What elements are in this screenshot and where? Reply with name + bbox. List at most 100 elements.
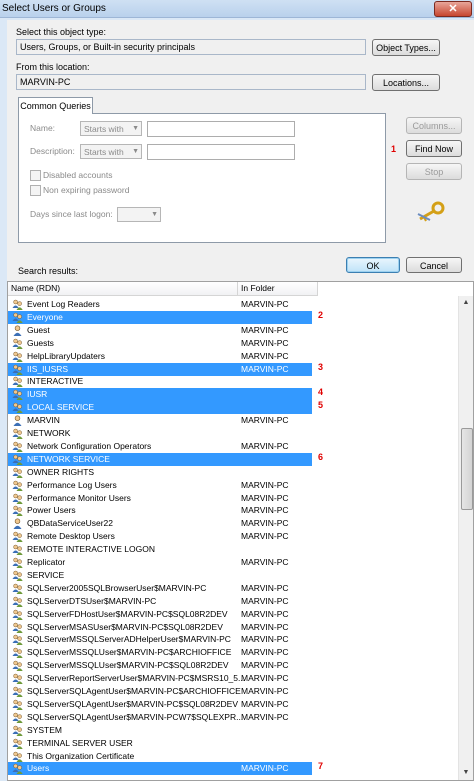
table-row[interactable]: Network Configuration Operators MARVIN-PC — [8, 440, 312, 453]
group-icon — [12, 660, 23, 672]
table-row[interactable]: SQLServerReportServerUser$MARVIN-PC$MSRS… — [8, 672, 312, 685]
row-folder: MARVIN-PC — [241, 608, 289, 619]
scroll-down-icon[interactable]: ▼ — [459, 766, 473, 780]
row-folder: MARVIN-PC — [241, 686, 289, 696]
table-row[interactable]: LOCAL SERVICE — [8, 401, 312, 415]
description-input[interactable] — [147, 144, 295, 160]
table-row[interactable]: INTERACTIVE — [8, 375, 312, 388]
table-row[interactable]: Performance Monitor Users MARVIN-PC — [8, 492, 312, 505]
name-mode-select[interactable]: Starts with ▼ — [80, 121, 142, 136]
object-types-button[interactable]: Object Types... — [372, 39, 440, 56]
table-row[interactable]: SQLServerSQLAgentUser$MARVIN-PC$SQL08R2D… — [8, 698, 312, 711]
columns-button[interactable]: Columns... — [406, 117, 462, 134]
chevron-down-icon: ▼ — [132, 148, 139, 155]
row-folder: MARVIN-PC — [241, 492, 289, 503]
tab-common-queries[interactable]: Common Queries — [18, 97, 93, 114]
table-row[interactable]: Guests MARVIN-PC — [8, 337, 312, 350]
object-type-field: Users, Groups, or Built-in security prin… — [16, 39, 366, 55]
table-row[interactable]: Everyone — [8, 310, 312, 324]
row-folder: MARVIN-PC — [241, 763, 289, 774]
table-row[interactable]: OWNER RIGHTS — [8, 466, 312, 479]
row-folder: MARVIN-PC — [241, 621, 289, 632]
row-folder: MARVIN-PC — [241, 505, 289, 516]
cancel-button[interactable]: Cancel — [406, 257, 462, 273]
group-icon — [12, 673, 23, 685]
table-row[interactable]: NETWORK — [8, 427, 312, 440]
group-icon — [12, 312, 23, 323]
chevron-down-icon: ▼ — [132, 125, 139, 132]
table-row[interactable]: SQLServerMSSQLUser$MARVIN-PC$SQL08R2DEV M… — [8, 659, 312, 672]
title-bar: Select Users or Groups ✕ — [0, 0, 474, 18]
table-row[interactable]: Performance Log Users MARVIN-PC — [8, 479, 312, 492]
ok-button[interactable]: OK — [346, 257, 400, 273]
table-row[interactable]: SQLServerMSSQLServerADHelperUser$MARVIN-… — [8, 633, 312, 646]
table-row[interactable]: Power Users MARVIN-PC — [8, 504, 312, 517]
row-name: HelpLibraryUpdaters — [27, 350, 105, 361]
group-icon — [12, 531, 23, 543]
table-row[interactable]: SQLServerDTSUser$MARVIN-PC MARVIN-PC — [8, 595, 312, 608]
table-row[interactable]: IUSR — [8, 388, 312, 402]
name-input[interactable] — [147, 121, 295, 137]
stop-button[interactable]: Stop — [406, 163, 462, 180]
table-row[interactable]: NETWORK SERVICE — [8, 452, 312, 466]
table-row[interactable]: MARVIN MARVIN-PC — [8, 414, 312, 427]
row-name: SERVICE — [27, 569, 65, 580]
annotation-1: 1 — [391, 144, 397, 154]
group-icon — [12, 622, 23, 633]
table-row[interactable]: SQLServerMSASUser$MARVIN-PC$SQL08R2DEV MA… — [8, 621, 312, 634]
group-icon — [12, 712, 23, 723]
annotation-4: 4 — [318, 387, 324, 398]
table-row[interactable]: SQLServerSQLAgentUser$MARVIN-PCW7$SQLEXP… — [8, 711, 312, 724]
row-name: NETWORK SERVICE — [27, 453, 110, 464]
scroll-up-icon[interactable]: ▲ — [459, 296, 473, 310]
table-row[interactable]: Guest MARVIN-PC — [8, 324, 312, 337]
column-header-folder[interactable]: In Folder — [238, 282, 318, 296]
close-button[interactable]: ✕ — [434, 1, 472, 17]
vertical-scrollbar[interactable]: ▲ ▼ — [458, 296, 473, 780]
group-icon — [12, 364, 23, 375]
scroll-thumb[interactable] — [461, 428, 473, 510]
object-type-label: Select this object type: — [16, 27, 107, 37]
column-header-name[interactable]: Name (RDN) — [8, 282, 238, 296]
table-row[interactable]: Event Log Readers MARVIN-PC — [8, 298, 312, 311]
chevron-down-icon: ▼ — [151, 211, 158, 218]
table-row[interactable]: QBDataServiceUser22 MARVIN-PC — [8, 517, 312, 530]
group-icon — [12, 338, 23, 349]
row-folder: MARVIN-PC — [241, 673, 289, 684]
table-row[interactable]: Replicator MARVIN-PC — [8, 556, 312, 569]
locations-button[interactable]: Locations... — [372, 74, 440, 91]
non-expiring-label: Non expiring password — [43, 185, 130, 195]
find-now-button[interactable]: Find Now — [406, 140, 462, 157]
row-name: Network Configuration Operators — [27, 440, 152, 451]
table-row[interactable]: Users MARVIN-PC — [8, 762, 312, 776]
description-mode-select[interactable]: Starts with ▼ — [80, 144, 142, 159]
annotation-3: 3 — [318, 361, 324, 372]
group-icon — [12, 544, 23, 556]
table-row[interactable]: This Organization Certificate — [8, 750, 312, 763]
user-icon — [13, 325, 22, 336]
table-row[interactable]: SERVICE — [8, 569, 312, 582]
non-expiring-checkbox[interactable] — [30, 185, 41, 196]
row-folder: MARVIN-PC — [241, 415, 289, 426]
table-row[interactable]: REMOTE INTERACTIVE LOGON — [8, 543, 312, 556]
row-name: Power Users — [27, 505, 76, 516]
row-name: SQLServerDTSUser$MARVIN-PC — [27, 595, 157, 606]
row-folder: MARVIN-PC — [241, 337, 289, 348]
table-row[interactable]: SQLServer2005SQLBrowserUser$MARVIN-PC MAR… — [8, 582, 312, 595]
table-row[interactable]: Remote Desktop Users MARVIN-PC — [8, 530, 312, 543]
table-row[interactable]: SYSTEM — [8, 724, 312, 737]
location-field: MARVIN-PC — [16, 74, 366, 90]
days-since-logon-select[interactable]: ▼ — [117, 207, 161, 222]
row-name: SQLServerSQLAgentUser$MARVIN-PC$SQL08R2D… — [27, 698, 239, 709]
table-row[interactable]: SQLServerMSSQLUser$MARVIN-PC$ARCHIOFFICE… — [8, 646, 312, 659]
table-row[interactable]: HelpLibraryUpdaters MARVIN-PC — [8, 350, 312, 363]
row-name: LOCAL SERVICE — [27, 402, 95, 413]
table-row[interactable]: SQLServerSQLAgentUser$MARVIN-PC$ARCHIOFF… — [8, 685, 312, 698]
search-results-list[interactable]: Name (RDN) In Folder Event Log Readers MA… — [7, 281, 474, 781]
table-row[interactable]: TERMINAL SERVER USER — [8, 737, 312, 750]
disabled-accounts-checkbox[interactable] — [30, 170, 41, 181]
row-name: MARVIN — [27, 415, 60, 426]
table-row[interactable]: IIS_IUSRS MARVIN-PC — [8, 362, 312, 376]
row-folder: MARVIN-PC — [241, 479, 289, 490]
table-row[interactable]: SQLServerFDHostUser$MARVIN-PC$SQL08R2DEV… — [8, 608, 312, 621]
